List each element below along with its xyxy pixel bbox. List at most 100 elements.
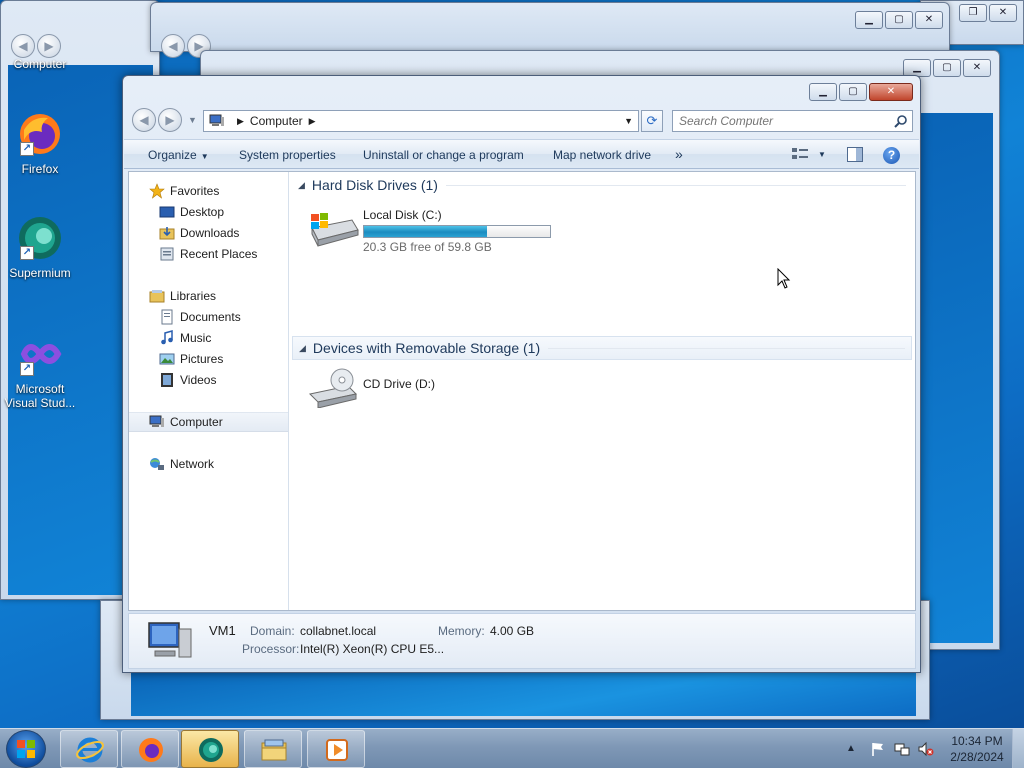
system-properties-button[interactable]: System properties <box>239 148 336 162</box>
nav-desktop[interactable]: Desktop <box>129 202 288 222</box>
supermium-icon: ↗ <box>16 214 64 262</box>
close-button[interactable]: ✕ <box>869 83 913 101</box>
shortcut-arrow-icon: ↗ <box>20 362 34 376</box>
media-player-icon <box>326 739 348 761</box>
uninstall-program-button[interactable]: Uninstall or change a program <box>363 148 524 162</box>
clock-time: 10:34 PM <box>951 734 1003 748</box>
group-header-hard-disk-drives[interactable]: ◢ Hard Disk Drives (1) <box>292 173 912 197</box>
recent-pages-dropdown[interactable]: ▼ <box>188 115 197 125</box>
hard-drive-icon <box>311 213 359 247</box>
desktop-icon-label: Computer <box>13 57 67 71</box>
forward-button[interactable]: ▶ <box>158 108 182 132</box>
maximize-button[interactable]: ▢ <box>839 83 867 101</box>
window-controls: ▁ ▢ ✕ <box>855 11 943 29</box>
refresh-button[interactable]: ⟳ <box>641 110 663 132</box>
domain-label: Domain: <box>250 624 295 638</box>
help-button[interactable]: ? <box>883 147 900 164</box>
volume-muted-icon[interactable] <box>918 741 934 757</box>
close-icon[interactable]: ✕ <box>915 11 943 29</box>
restore-icon[interactable]: ❐ <box>959 4 987 22</box>
breadcrumb-separator-icon[interactable]: ▶ <box>237 116 244 127</box>
chevron-down-icon: ▼ <box>200 152 209 161</box>
group-header-removable-storage[interactable]: ◢ Devices with Removable Storage (1) <box>292 336 912 360</box>
collapse-triangle-icon[interactable]: ◢ <box>298 180 305 191</box>
maximize-icon[interactable]: ▢ <box>933 59 961 77</box>
desktop-icon-firefox[interactable]: ↗ Firefox <box>0 110 80 176</box>
computer-icon <box>209 114 224 126</box>
nav-downloads[interactable]: Downloads <box>129 223 288 243</box>
clock[interactable]: 10:34 PM 2/28/2024 <box>942 733 1012 765</box>
nav-documents[interactable]: Documents <box>129 307 288 327</box>
system-tray: ▲ 10:34 PM 2/28/2024 <box>846 729 1024 768</box>
view-icon <box>792 148 808 159</box>
nav-network[interactable]: Network <box>129 454 288 474</box>
more-commands-button[interactable]: » <box>675 146 683 162</box>
firefox-icon: ↗ <box>16 110 64 158</box>
help-icon: ? <box>887 148 896 162</box>
nav-music[interactable]: Music <box>129 328 288 348</box>
address-bar[interactable]: ▶ Computer ▶ ▼ <box>203 110 639 132</box>
shortcut-arrow-icon: ↗ <box>20 142 34 156</box>
network-tray-icon[interactable] <box>894 741 910 757</box>
desktop-icon-label: Firefox <box>21 162 59 176</box>
nav-videos[interactable]: Videos <box>129 370 288 390</box>
nav-recent-places[interactable]: Recent Places <box>129 244 288 264</box>
minimize-button[interactable]: ▁ <box>809 83 837 101</box>
nav-favorites[interactable]: Favorites <box>129 181 288 201</box>
desktop-icon-visual-studio[interactable]: ↗ Microsoft Visual Stud... <box>0 330 80 410</box>
drive-name: Local Disk (C:) <box>363 208 442 222</box>
taskbar-supermium[interactable] <box>181 730 239 768</box>
start-button[interactable] <box>6 730 46 768</box>
nav-documents-label: Documents <box>180 310 241 324</box>
collapse-triangle-icon[interactable]: ◢ <box>299 343 306 354</box>
search-box[interactable] <box>672 110 913 132</box>
music-icon <box>161 330 173 345</box>
back-button[interactable]: ◀ <box>132 108 156 132</box>
desktop-icon-computer[interactable]: Computer <box>0 57 80 71</box>
nav-pictures[interactable]: Pictures <box>129 349 288 369</box>
title-bar[interactable]: ▁ ▢ ✕ <box>123 76 920 104</box>
group-header-label: Devices with Removable Storage (1) <box>312 340 541 356</box>
preview-pane-icon <box>847 147 863 162</box>
change-view-button[interactable]: ▼ <box>792 147 826 161</box>
mouse-cursor-icon <box>777 268 791 289</box>
explorer-window-computer[interactable]: ▁ ▢ ✕ ◀ ▶ ▼ ▶ Computer ▶ ▼ ⟳ Organize▼ S… <box>122 75 921 673</box>
taskbar-windows-explorer[interactable] <box>244 730 302 768</box>
nav-libraries[interactable]: Libraries <box>129 286 288 306</box>
search-input[interactable] <box>679 114 884 128</box>
organize-label: Organize <box>148 148 197 162</box>
map-network-drive-button[interactable]: Map network drive <box>553 148 651 162</box>
maximize-icon[interactable]: ▢ <box>885 11 913 29</box>
details-pane: VM1 Domain: collabnet.local Memory: 4.00… <box>128 613 916 669</box>
taskbar-media-player[interactable] <box>307 730 365 768</box>
nav-computer-label: Computer <box>170 415 223 429</box>
preview-pane-button[interactable] <box>847 147 863 165</box>
action-center-flag-icon[interactable] <box>870 741 886 757</box>
close-icon[interactable]: ✕ <box>989 4 1017 22</box>
show-desktop-button[interactable] <box>1012 729 1024 768</box>
nav-favorites-label: Favorites <box>170 184 220 198</box>
breadcrumb-separator-icon[interactable]: ▶ <box>309 116 316 127</box>
address-dropdown-icon[interactable]: ▼ <box>624 116 633 126</box>
back-icon: ◀ <box>161 34 185 58</box>
show-hidden-icons-icon[interactable]: ▲ <box>846 741 862 757</box>
taskbar-internet-explorer[interactable] <box>60 730 118 768</box>
visual-studio-icon: ↗ <box>16 330 64 378</box>
back-icon: ◀ <box>11 34 35 58</box>
taskbar-firefox[interactable] <box>121 730 179 768</box>
background-window-2[interactable]: ▁ ▢ ✕ ◀ ▶ <box>150 2 950 58</box>
star-icon <box>149 183 165 199</box>
drive-local-disk-c[interactable]: Local Disk (C:) 20.3 GB free of 59.8 GB <box>308 208 551 254</box>
nav-music-label: Music <box>180 331 212 345</box>
nav-computer[interactable]: Computer <box>129 412 288 432</box>
organize-button[interactable]: Organize ▼ <box>148 148 209 162</box>
close-icon[interactable]: ✕ <box>963 59 991 77</box>
drive-text: Local Disk (C:) 20.3 GB free of 59.8 GB <box>363 208 551 254</box>
processor-label: Processor: <box>242 642 300 656</box>
window-controls: ▁ ▢ ✕ <box>809 83 913 101</box>
desktop-icon-label-line2: Visual Stud... <box>4 396 76 410</box>
breadcrumb-computer[interactable]: Computer <box>250 114 303 128</box>
drive-cd-drive-d[interactable]: CD Drive (D:) <box>308 368 435 408</box>
minimize-icon[interactable]: ▁ <box>855 11 883 29</box>
desktop-icon-supermium[interactable]: ↗ Supermium <box>0 214 80 280</box>
